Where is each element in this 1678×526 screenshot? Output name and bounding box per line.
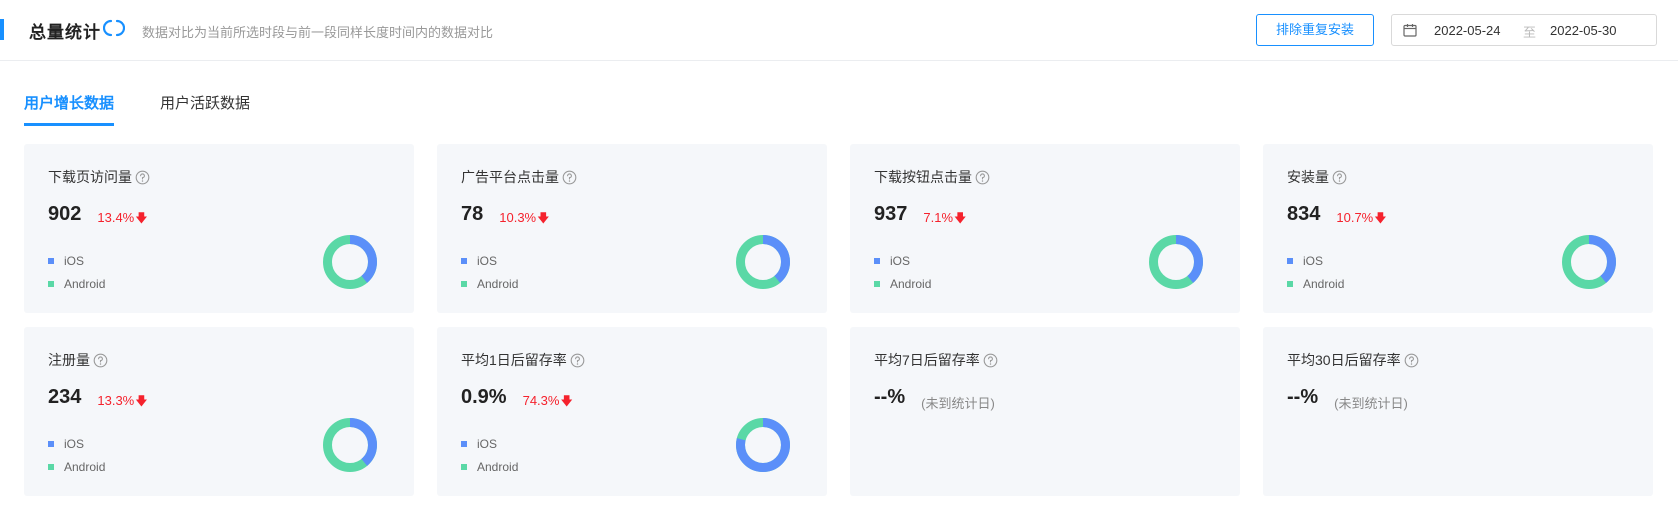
metric-name: 平均30日后留存率 — [1287, 350, 1419, 370]
metric-value: --% — [1287, 386, 1319, 408]
metric-name: 平均7日后留存率 — [874, 350, 998, 370]
metric-name: 下载页访问量 — [48, 167, 150, 187]
android-swatch — [874, 281, 880, 287]
comparison-description: 数据对比为当前所选时段与前一段同样长度时间内的数据对比 — [142, 25, 494, 40]
platform-donut-chart — [323, 235, 377, 289]
legend-ios: iOS — [48, 437, 84, 451]
refresh-icon[interactable] — [103, 17, 125, 39]
arrow-down-icon: 🡇 — [560, 394, 573, 408]
metric-change: 7.1%🡇 — [923, 210, 967, 225]
arrow-down-icon: 🡇 — [135, 211, 148, 225]
metric-card: 平均1日后留存率 0.9% 74.3%🡇 iOS Android — [437, 327, 827, 496]
android-swatch — [1287, 281, 1293, 287]
arrow-down-icon: 🡇 — [537, 211, 550, 225]
help-icon[interactable] — [1332, 170, 1347, 185]
arrow-down-icon: 🡇 — [135, 394, 148, 408]
tab-user-activity[interactable]: 用户活跃数据 — [160, 92, 250, 113]
title-accent-bar — [0, 19, 4, 40]
arrow-down-icon: 🡇 — [954, 211, 967, 225]
android-swatch — [461, 464, 467, 470]
metric-value: 78 — [461, 203, 484, 225]
legend-ios: iOS — [461, 254, 497, 268]
not-yet-counted-note: (未到统计日) — [1334, 396, 1408, 411]
metric-card: 注册量 234 13.3%🡇 iOS Android — [24, 327, 414, 496]
platform-donut-chart — [1562, 235, 1616, 289]
platform-donut-chart — [736, 418, 790, 472]
help-icon[interactable] — [983, 353, 998, 368]
arrow-down-icon: 🡇 — [1374, 211, 1387, 225]
metric-change: 10.7%🡇 — [1336, 210, 1387, 225]
ios-swatch — [48, 441, 54, 447]
metric-name: 安装量 — [1287, 167, 1347, 187]
platform-donut-chart — [323, 418, 377, 472]
date-range-picker[interactable]: 2022-05-24 至 2022-05-30 — [1391, 14, 1657, 46]
legend-ios: iOS — [461, 437, 497, 451]
calendar-icon — [1403, 24, 1417, 37]
help-icon[interactable] — [93, 353, 108, 368]
help-icon[interactable] — [570, 353, 585, 368]
metric-value: --% — [874, 386, 906, 408]
page-title: 总量统计 — [29, 23, 101, 42]
metric-value: 234 — [48, 386, 82, 408]
metric-card: 安装量 834 10.7%🡇 iOS Android — [1263, 144, 1653, 313]
metric-card: 广告平台点击量 78 10.3%🡇 iOS Android — [437, 144, 827, 313]
legend-android: Android — [48, 460, 105, 474]
legend-android: Android — [874, 277, 931, 291]
metric-name: 下载按钮点击量 — [874, 167, 990, 187]
metric-value: 0.9% — [461, 386, 507, 408]
metric-card: 平均7日后留存率 --% (未到统计日) — [850, 327, 1240, 496]
android-swatch — [48, 464, 54, 470]
metric-card: 平均30日后留存率 --% (未到统计日) — [1263, 327, 1653, 496]
ios-swatch — [48, 258, 54, 264]
metric-change: 13.3%🡇 — [97, 393, 148, 408]
metric-name: 广告平台点击量 — [461, 167, 577, 187]
help-icon[interactable] — [135, 170, 150, 185]
page-header: 总量统计 数据对比为当前所选时段与前一段同样长度时间内的数据对比 排除重复安装 … — [0, 0, 1678, 61]
ios-swatch — [874, 258, 880, 264]
legend-ios: iOS — [48, 254, 84, 268]
metric-value: 834 — [1287, 203, 1321, 225]
ios-swatch — [1287, 258, 1293, 264]
help-icon[interactable] — [975, 170, 990, 185]
metric-name: 平均1日后留存率 — [461, 350, 585, 370]
date-separator: 至 — [1523, 25, 1537, 40]
help-icon[interactable] — [1404, 353, 1419, 368]
metric-value: 902 — [48, 203, 82, 225]
end-date-input[interactable]: 2022-05-30 — [1550, 23, 1617, 38]
metric-change: 10.3%🡇 — [499, 210, 550, 225]
legend-android: Android — [1287, 277, 1344, 291]
metric-name: 注册量 — [48, 350, 108, 370]
metric-value: 937 — [874, 203, 908, 225]
help-icon[interactable] — [562, 170, 577, 185]
exclude-duplicate-installs-button[interactable]: 排除重复安装 — [1256, 14, 1374, 46]
metric-change: 74.3%🡇 — [522, 393, 573, 408]
legend-android: Android — [48, 277, 105, 291]
not-yet-counted-note: (未到统计日) — [921, 396, 995, 411]
ios-swatch — [461, 441, 467, 447]
legend-android: Android — [461, 460, 518, 474]
metric-card: 下载按钮点击量 937 7.1%🡇 iOS Android — [850, 144, 1240, 313]
metric-card: 下载页访问量 902 13.4%🡇 iOS Android — [24, 144, 414, 313]
legend-android: Android — [461, 277, 518, 291]
ios-swatch — [461, 258, 467, 264]
legend-ios: iOS — [1287, 254, 1323, 268]
platform-donut-chart — [1149, 235, 1203, 289]
metric-change: 13.4%🡇 — [97, 210, 148, 225]
start-date-input[interactable]: 2022-05-24 — [1434, 23, 1501, 38]
platform-donut-chart — [736, 235, 790, 289]
android-swatch — [48, 281, 54, 287]
tab-user-growth[interactable]: 用户增长数据 — [24, 92, 115, 126]
android-swatch — [461, 281, 467, 287]
legend-ios: iOS — [874, 254, 910, 268]
